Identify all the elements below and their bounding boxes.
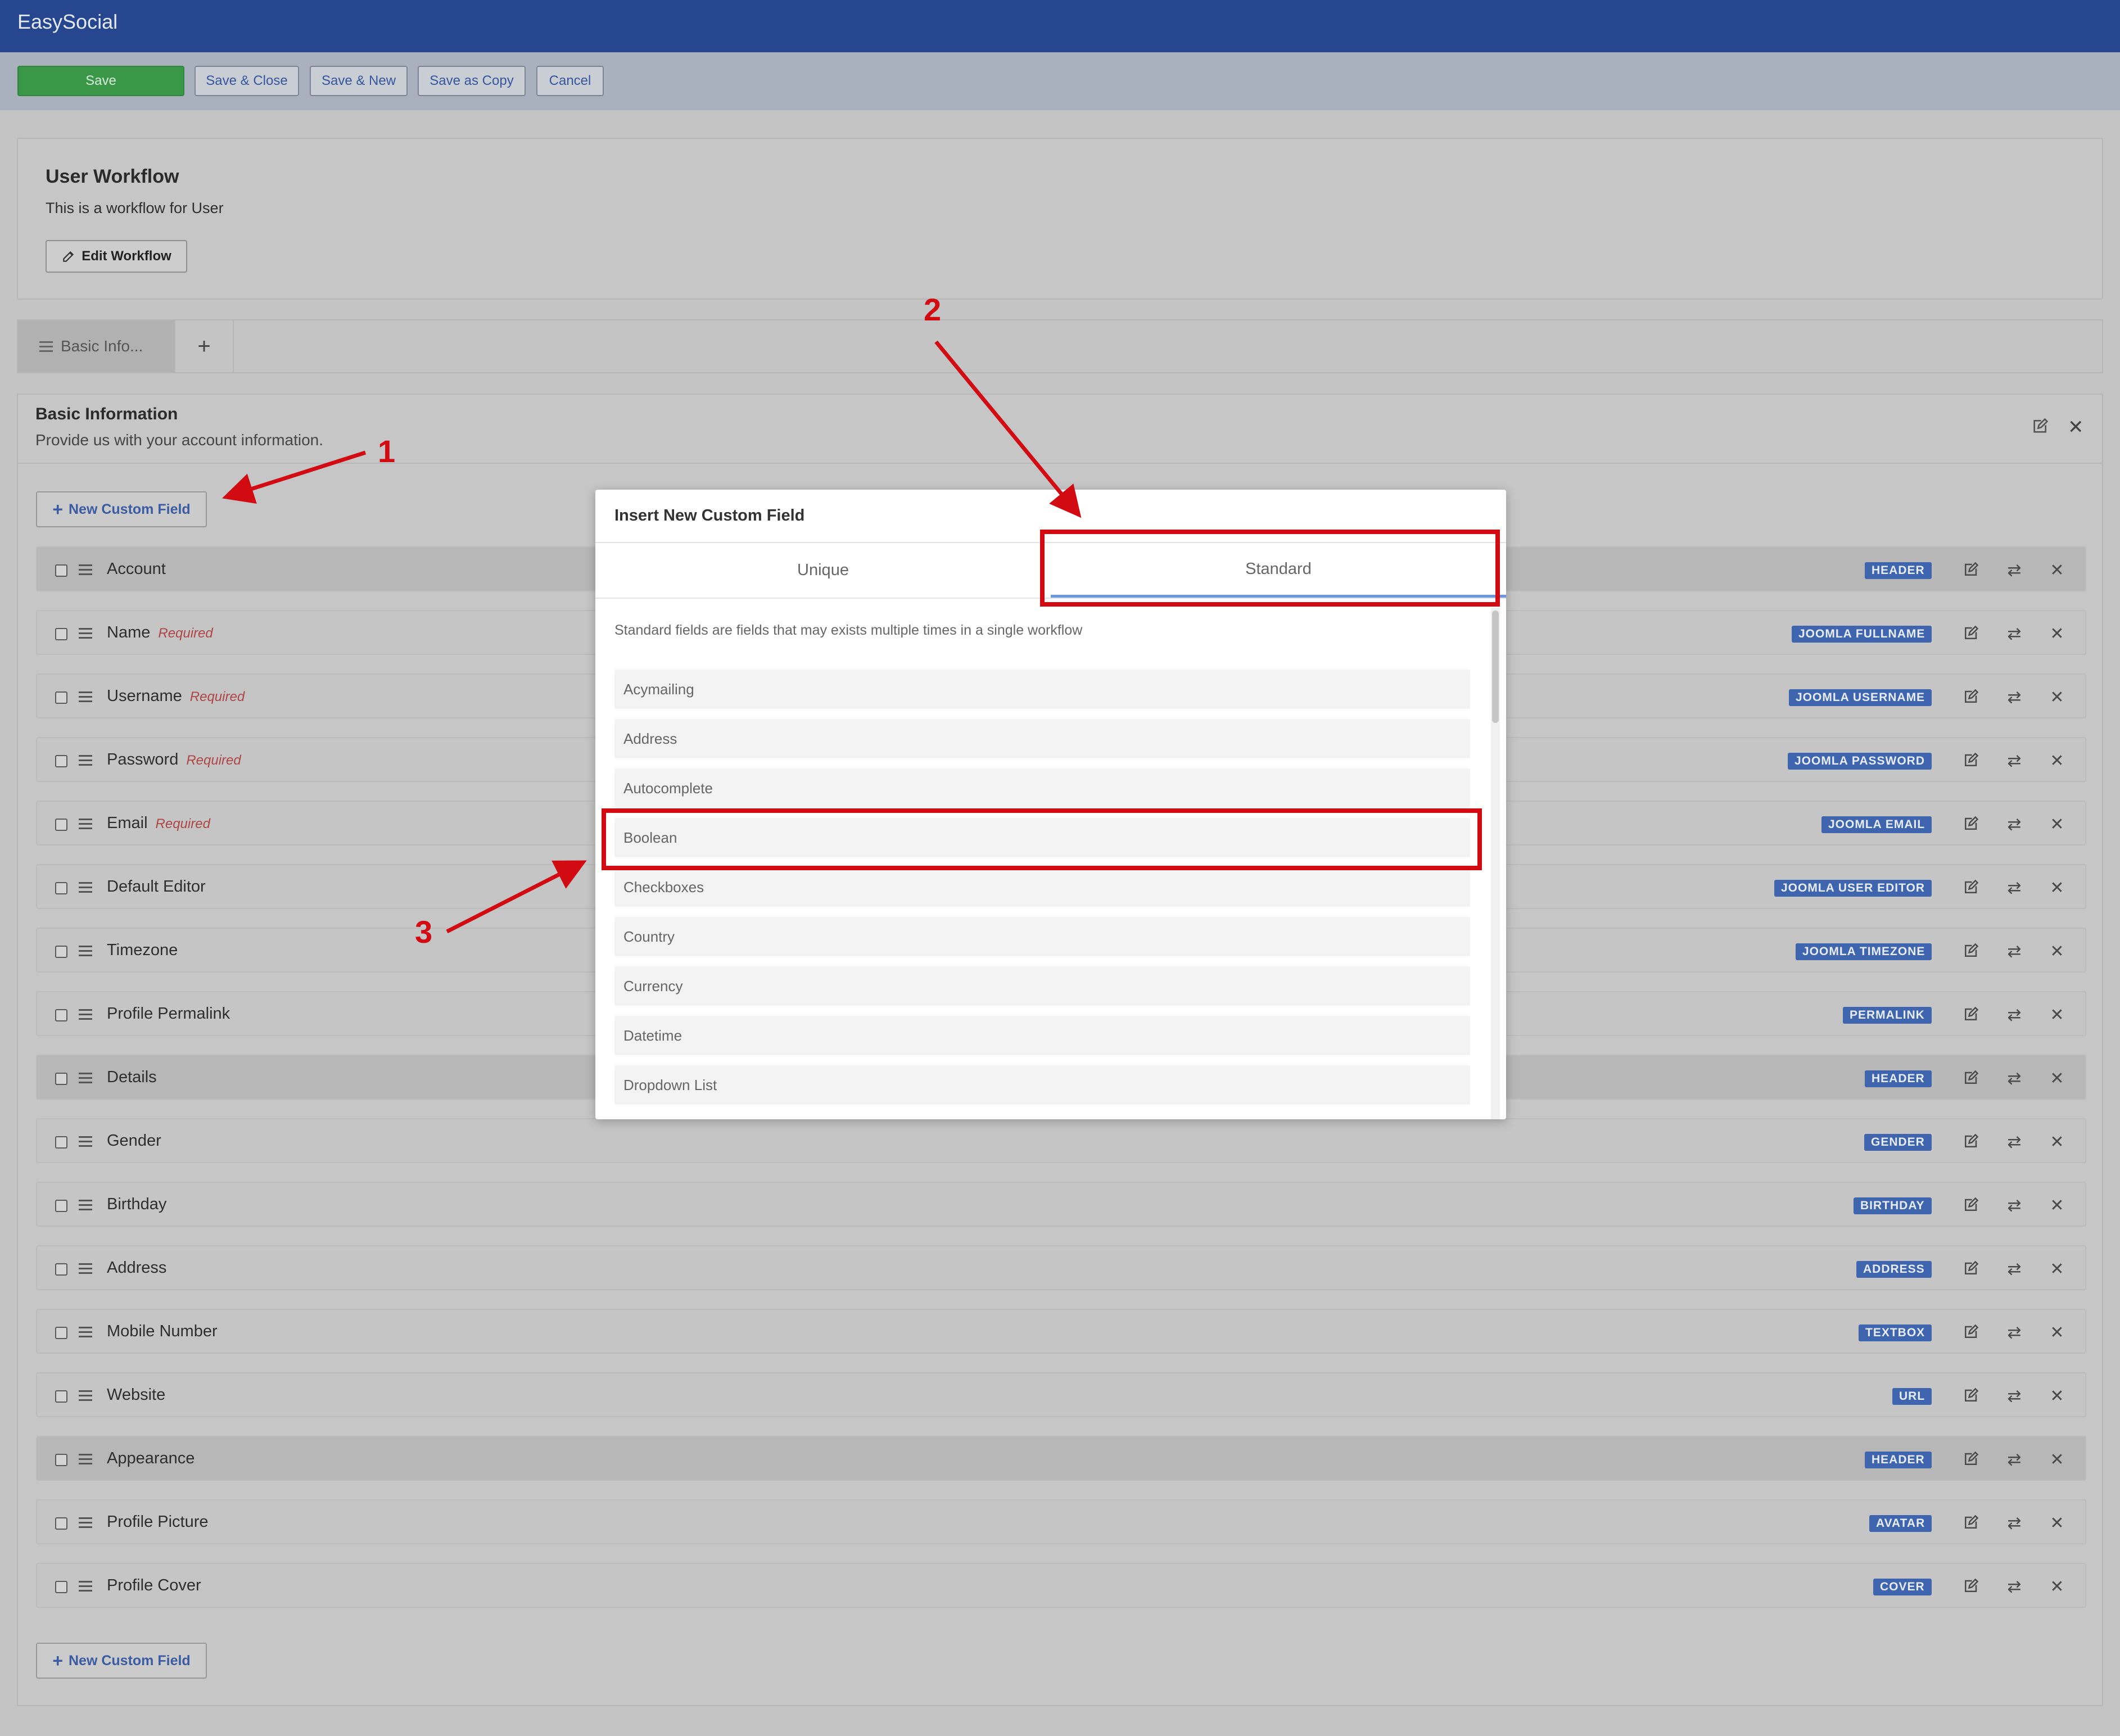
arrow-1 xyxy=(222,450,367,504)
arrow-2 xyxy=(934,340,1082,518)
annotation-number-1: 1 xyxy=(378,433,396,469)
annotation-arrows xyxy=(222,340,1082,934)
arrow-3 xyxy=(446,860,587,934)
annotation-number-2: 2 xyxy=(924,292,942,327)
annotation-number-3: 3 xyxy=(415,914,433,950)
